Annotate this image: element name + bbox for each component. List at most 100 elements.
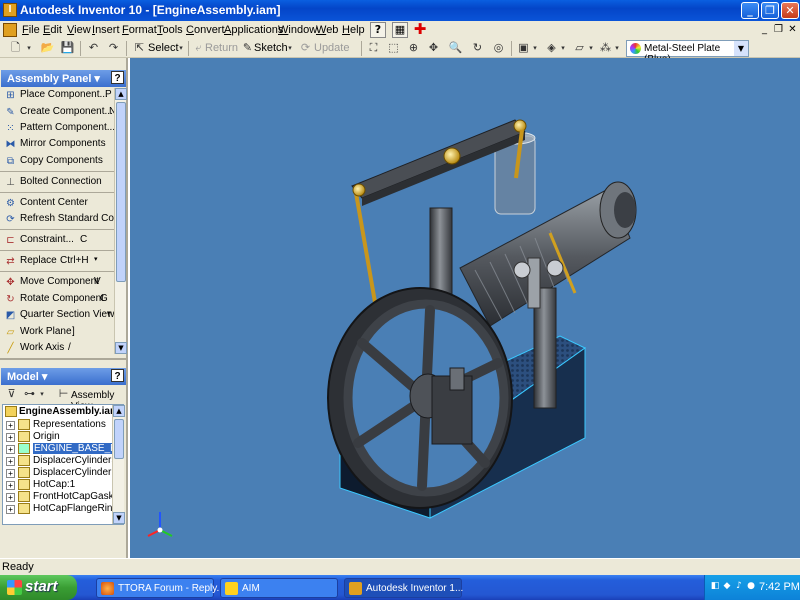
select-dropdown-icon[interactable]: ▾ xyxy=(177,41,185,55)
tree-node-root[interactable]: EngineAssembly.iam xyxy=(3,406,113,418)
refresh-standard-components-command[interactable]: ⟳ Refresh Standard Compo xyxy=(2,212,114,227)
copy-components-command[interactable]: ⧉ Copy Components xyxy=(2,154,114,169)
new-file-icon[interactable]: 🗋 xyxy=(8,41,23,55)
tree-node-representations[interactable]: + Representations xyxy=(3,419,113,431)
camera-icon[interactable]: ◈ xyxy=(544,41,559,55)
quarter-section-view-command[interactable]: ◩ Quarter Section View ▾ xyxy=(2,308,114,323)
assembly-panel-scrollbar[interactable]: ▲ ▼ xyxy=(114,88,127,354)
menu-web[interactable]: Web xyxy=(316,24,338,36)
camera-dropdown-icon[interactable]: ▾ xyxy=(559,41,567,55)
select-button[interactable]: Select xyxy=(148,42,179,54)
tree-node-hotcap[interactable]: + HotCap:1 xyxy=(3,479,113,491)
shadow-dropdown-icon[interactable]: ▾ xyxy=(587,41,595,55)
engine-assembly-model[interactable] xyxy=(130,58,800,558)
volume-icon[interactable]: ♪ xyxy=(733,581,745,593)
menu-window[interactable]: Window xyxy=(278,24,317,36)
display-mode-icon[interactable]: ▣ xyxy=(516,41,531,55)
zoom-selected-icon[interactable]: 🔍 xyxy=(448,41,463,55)
network-icon[interactable]: ◧ xyxy=(709,581,721,593)
menu-file[interactable]: File xyxy=(22,24,40,36)
expand-icon[interactable]: + xyxy=(6,433,15,442)
menu-convert[interactable]: Convert xyxy=(186,24,225,36)
sketch-button[interactable]: Sketch xyxy=(254,42,288,54)
doc-close-button[interactable]: ✕ xyxy=(786,24,799,36)
look-at-icon[interactable]: ◎ xyxy=(491,41,506,55)
inventor-app-icon[interactable]: I xyxy=(3,3,17,17)
close-button[interactable]: ✕ xyxy=(781,2,799,19)
pan-icon[interactable]: ✥ xyxy=(426,41,441,55)
new-dropdown-icon[interactable]: ▾ xyxy=(25,41,33,55)
help-icon[interactable]: ? xyxy=(111,71,124,84)
model-browser-scrollbar[interactable]: ▲ ▼ xyxy=(112,405,125,524)
material-select[interactable]: Metal-Steel Plate (Blue) ▼ xyxy=(626,40,749,65)
chevron-down-icon[interactable]: ▼ xyxy=(734,41,748,56)
shield-icon[interactable]: ◆ xyxy=(721,581,733,593)
replace-dropdown-icon[interactable]: ▾ xyxy=(94,255,98,263)
expand-icon[interactable]: + xyxy=(6,493,15,502)
pattern-component-command[interactable]: ⁙ Pattern Component... xyxy=(2,121,114,136)
scroll-thumb[interactable] xyxy=(116,102,126,282)
menu-format[interactable]: Format xyxy=(122,24,157,36)
tree-node-engine-base[interactable]: + ENGINE_BASE_PART xyxy=(3,443,113,455)
open-folder-icon[interactable]: 📂 xyxy=(40,41,55,55)
task-aim[interactable]: AIM xyxy=(220,578,338,598)
work-plane-command[interactable]: ▱ Work Plane ] xyxy=(2,325,114,340)
assembly-panel-header[interactable]: Assembly Panel ▾ ? xyxy=(1,70,126,87)
expand-icon[interactable]: + xyxy=(6,445,15,454)
create-component-command[interactable]: ✎ Create Component... N xyxy=(2,105,114,120)
rotate-icon[interactable]: ↻ xyxy=(470,41,485,55)
section-dropdown-icon[interactable]: ▾ xyxy=(107,309,111,317)
zoom-window-icon[interactable]: ⬚ xyxy=(386,41,401,55)
save-icon[interactable]: 💾 xyxy=(60,41,75,55)
doc-minimize-button[interactable]: _ xyxy=(758,24,771,36)
tree-node-front-hotcap-gasket[interactable]: + FrontHotCapGasket: xyxy=(3,491,113,503)
dof-dropdown-icon[interactable]: ▾ xyxy=(613,41,621,55)
mirror-components-command[interactable]: ⧓ Mirror Components xyxy=(2,137,114,152)
menu-applications[interactable]: Applications xyxy=(224,24,283,36)
expand-icon[interactable]: + xyxy=(6,469,15,478)
expand-icon[interactable]: + xyxy=(6,457,15,466)
expand-icon[interactable]: + xyxy=(6,481,15,490)
menu-insert[interactable]: Insert xyxy=(92,24,120,36)
menu-view[interactable]: View xyxy=(67,24,91,36)
assembly-view-icon[interactable]: ⊢ xyxy=(56,387,71,401)
replace-command[interactable]: ⇄ Replace Ctrl+H ▾ xyxy=(2,254,114,269)
scroll-up-icon[interactable]: ▲ xyxy=(115,88,127,100)
expand-icon[interactable]: + xyxy=(6,421,15,430)
red-cross-icon[interactable]: ✚ xyxy=(412,22,428,38)
tree-node-hotcap-flange-ring[interactable]: + HotCapFlangeRing:1 xyxy=(3,503,113,515)
messenger-icon[interactable]: ● xyxy=(745,581,757,593)
menu-tools[interactable]: Tools xyxy=(157,24,183,36)
start-button[interactable]: start xyxy=(0,575,77,600)
calculator-icon[interactable]: ▦ xyxy=(392,22,408,38)
rotate-component-command[interactable]: ↻ Rotate Component G xyxy=(2,292,114,307)
expand-icon[interactable]: + xyxy=(6,505,15,514)
filter-icon[interactable]: ⊽ xyxy=(4,387,19,401)
menu-help[interactable]: Help xyxy=(342,24,365,36)
hierarchy-icon[interactable]: ⊶ xyxy=(22,387,37,401)
select-arrow-icon[interactable]: ⇱ xyxy=(132,41,147,55)
model-help-icon[interactable]: ? xyxy=(111,369,124,382)
undo-icon[interactable]: ↶ xyxy=(86,41,101,55)
constraint-command[interactable]: ⊏ Constraint... C xyxy=(2,233,114,248)
hierarchy-dropdown-icon[interactable]: ▾ xyxy=(38,387,46,401)
redo-icon[interactable]: ↷ xyxy=(106,41,121,55)
sketch-dropdown-icon[interactable]: ▾ xyxy=(286,41,294,55)
degrees-of-freedom-icon[interactable]: ⁂ xyxy=(598,41,613,55)
flywheel[interactable] xyxy=(327,287,513,509)
content-center-command[interactable]: ⚙ Content Center xyxy=(2,196,114,211)
tree-node-displacer-cylinder-stand[interactable]: + DisplacerCylinderStan xyxy=(3,455,113,467)
scroll-down-icon[interactable]: ▼ xyxy=(113,512,125,524)
task-autodesk-inventor[interactable]: Autodesk Inventor 1... xyxy=(344,578,463,598)
graphics-viewport[interactable] xyxy=(130,58,800,558)
model-panel-header[interactable]: Model ▾ ? xyxy=(1,368,126,385)
work-axis-command[interactable]: ╱ Work Axis / xyxy=(2,341,114,356)
sketch-icon[interactable]: ✎ xyxy=(240,41,255,55)
display-mode-dropdown-icon[interactable]: ▾ xyxy=(531,41,539,55)
document-icon[interactable] xyxy=(3,23,17,37)
move-component-command[interactable]: ✥ Move Component V xyxy=(2,275,114,290)
doc-restore-button[interactable]: ❐ xyxy=(772,24,785,36)
scroll-up-icon[interactable]: ▲ xyxy=(113,405,125,417)
task-forum-reply[interactable]: TTORA Forum - Reply... xyxy=(96,578,225,598)
bolted-connection-command[interactable]: ⊥ Bolted Connection xyxy=(2,175,114,190)
